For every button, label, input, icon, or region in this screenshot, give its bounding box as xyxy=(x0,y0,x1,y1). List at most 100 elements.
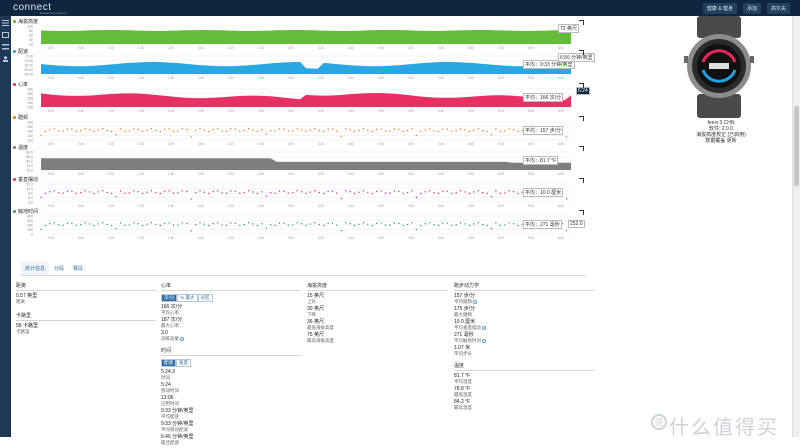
series-point xyxy=(442,190,444,192)
y-tick-label: 0 xyxy=(31,233,33,237)
y-tick-label: 80 xyxy=(29,29,33,33)
x-tick-label: 3:00 xyxy=(288,109,294,113)
cursor-value-badge: 252.0 xyxy=(568,220,585,228)
chart-svg[interactable]: 90.085.080.075.070.00:20 0:40 1:00 1:20 1:40… xyxy=(11,150,586,178)
series-point xyxy=(477,190,479,192)
device-data-override[interactable]: 数据覆盖 更新 xyxy=(671,138,771,144)
series-point xyxy=(499,130,501,132)
stat-item: 78.8 °F 最低温度 xyxy=(454,387,594,398)
x-tick-label: 4:20 xyxy=(408,109,414,113)
series-point xyxy=(243,129,245,132)
add-button[interactable]: 添加 xyxy=(742,3,761,14)
series-point xyxy=(353,224,356,227)
info-icon[interactable] xyxy=(482,325,486,330)
user-icon[interactable] xyxy=(2,56,9,62)
chart-svg[interactable]: 4003002001000 0:20 0:40 1:00 1:20 1:40 2:00 2:2… xyxy=(11,214,586,242)
x-tick-label: 4:20 xyxy=(408,236,414,240)
stats-tabs: 统计信息 分段 赛段 xyxy=(21,262,87,276)
x-tick-label: 3:40 xyxy=(348,76,354,80)
series-point xyxy=(429,222,431,224)
stat-label: 时间 xyxy=(161,375,170,380)
x-tick-label: 4:00 xyxy=(378,109,384,113)
series-point xyxy=(115,228,117,230)
info-icon[interactable] xyxy=(482,338,486,343)
series-point xyxy=(80,224,82,226)
stat-item: 187 次/分 最大心率 xyxy=(161,318,301,329)
series-point xyxy=(177,130,179,132)
menu-icon[interactable] xyxy=(2,20,9,26)
golf-button[interactable]: 高尔夫 xyxy=(766,3,790,14)
series-point xyxy=(212,222,214,225)
toggle-pace[interactable]: 配速 xyxy=(161,359,176,367)
inbox-icon[interactable] xyxy=(2,32,9,38)
toggle-bpm[interactable]: 次/分 xyxy=(161,294,178,302)
y-tick-label: 70.0 xyxy=(26,169,33,173)
series-point xyxy=(71,222,73,224)
expand-icon[interactable] xyxy=(579,178,584,183)
stats-col-distance: 距离 0.57 英里 距离 卡路里 58 卡路里 卡路里 xyxy=(16,282,156,337)
toggle-zones[interactable]: 分区 xyxy=(197,294,213,302)
series-point xyxy=(208,224,210,227)
stats-col-elevation: 海拔高度 15 英尺 上升 30 英尺 下降 36 英尺 最低海拔高度 75 英尺 最高… xyxy=(307,282,447,346)
series-point xyxy=(371,224,373,227)
scrollbar-thumb[interactable] xyxy=(794,106,799,186)
series-point xyxy=(128,130,130,132)
series-point xyxy=(274,224,276,226)
series-point xyxy=(402,224,404,227)
series-point xyxy=(486,192,488,195)
y-tick-label: 180 xyxy=(27,92,33,96)
series-point xyxy=(172,224,175,226)
series-point xyxy=(159,224,161,227)
series-point xyxy=(393,128,395,130)
stat-item: 1.07 米平均步长 xyxy=(454,346,594,357)
x-tick-label: 5:40 xyxy=(528,109,534,113)
x-tick-label: 0:20 xyxy=(48,109,54,113)
series-point xyxy=(367,223,369,225)
expand-icon[interactable] xyxy=(579,210,584,215)
series-point xyxy=(292,224,294,226)
series-point xyxy=(186,190,188,193)
series-point xyxy=(327,128,329,131)
series-point xyxy=(512,129,515,131)
stat-item: 175 步/分 最大踏频 xyxy=(454,307,594,318)
series-point xyxy=(495,190,497,192)
series-point xyxy=(305,192,307,195)
series-point xyxy=(495,128,497,130)
tab-laps[interactable]: 分段 xyxy=(50,262,68,276)
series-point xyxy=(296,222,298,224)
expand-icon[interactable] xyxy=(579,146,584,151)
chart-svg[interactable]: 15.012.09.06.03.00:20 0:40 1:00 1:20 1:40 2:0… xyxy=(11,182,586,210)
average-badge: 平均：271 毫秒 xyxy=(523,220,562,229)
expand-icon[interactable] xyxy=(579,83,584,88)
series-point xyxy=(349,222,351,225)
stat-label: 距离 xyxy=(16,299,25,304)
tab-segments[interactable]: 赛段 xyxy=(69,262,87,276)
series-point xyxy=(172,192,175,194)
expand-icon[interactable] xyxy=(579,116,584,121)
y-tick-label: 165 xyxy=(27,97,33,101)
series-point xyxy=(504,224,506,226)
expand-icon[interactable] xyxy=(579,50,584,55)
series-point xyxy=(309,191,312,193)
page-scrollbar[interactable] xyxy=(792,16,800,437)
health-fitness-button[interactable]: 健康 & 健身 xyxy=(702,3,737,14)
x-tick-label: 5:00 xyxy=(468,236,474,240)
series-point xyxy=(247,190,250,192)
stat-label: 最低海拔高度 xyxy=(307,325,334,330)
series-point xyxy=(353,192,356,195)
info-icon[interactable] xyxy=(180,336,184,341)
tab-stats[interactable]: 统计信息 xyxy=(21,262,50,276)
x-tick-label: 4:40 xyxy=(438,76,444,80)
chart-svg[interactable]: 195180165150135 0:20 0:40 1:00 1:20 1:40 2:00 2… xyxy=(11,87,586,115)
expand-icon[interactable] xyxy=(579,20,584,25)
toggle-speed[interactable]: 速度 xyxy=(176,359,191,367)
toggle-max-percent[interactable]: % 最大 xyxy=(177,294,198,302)
info-icon[interactable] xyxy=(473,299,477,304)
series-point xyxy=(150,128,153,130)
list-icon[interactable] xyxy=(2,44,9,50)
series-point xyxy=(256,130,259,133)
stat-label: 平均踏频 xyxy=(454,299,472,304)
series-point xyxy=(433,224,435,226)
chart-svg[interactable]: 0:0012:0016:0020:0024:00 0:20 0:40 1:00 1:20… xyxy=(11,54,586,82)
series-point xyxy=(221,192,223,194)
